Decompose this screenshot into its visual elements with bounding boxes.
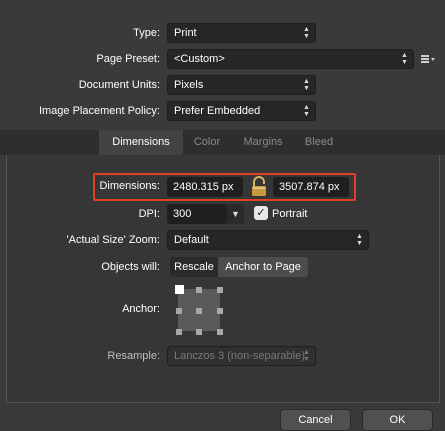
anchor-point-bottom-right[interactable] [217, 329, 223, 335]
updown-arrows-icon: ▲ ▼ [356, 233, 363, 247]
updown-arrows-icon: ▲ ▼ [401, 52, 408, 66]
dimensions-label: Dimensions: [99, 180, 160, 192]
anchor-point-bottom-left[interactable] [176, 329, 182, 335]
dpi-dropdown-chevron-icon[interactable]: ▼ [227, 204, 244, 224]
anchor-to-page-option[interactable]: Anchor to Page [218, 257, 308, 277]
lock-icon[interactable] [247, 176, 271, 198]
page-preset-value: <Custom> [174, 53, 225, 65]
updown-arrows-icon: ▲ ▼ [303, 104, 310, 118]
anchor-grid[interactable] [172, 284, 224, 335]
actual-size-zoom-label: 'Actual Size' Zoom: [66, 234, 160, 246]
anchor-point-top-center[interactable] [196, 287, 202, 293]
rescale-option[interactable]: Rescale [170, 257, 218, 277]
ok-button[interactable]: OK [362, 409, 433, 431]
objects-will-label: Objects will: [101, 261, 160, 273]
height-field[interactable]: 3507.874 px [273, 177, 349, 197]
type-label: Type: [133, 27, 160, 39]
anchor-point-top-left[interactable] [175, 285, 184, 294]
anchor-point-center[interactable] [196, 308, 202, 314]
anchor-point-bottom-center[interactable] [196, 329, 202, 335]
updown-arrows-icon: ▲ ▼ [303, 26, 310, 40]
type-value: Print [174, 27, 197, 39]
actual-size-zoom-select[interactable]: Default ▲ ▼ [167, 230, 369, 250]
document-units-value: Pixels [174, 79, 204, 91]
cancel-button[interactable]: Cancel [280, 409, 351, 431]
portrait-label: Portrait [272, 208, 308, 220]
resample-label: Resample: [107, 350, 160, 362]
panel-right-edge [439, 155, 445, 403]
actual-size-zoom-value: Default [174, 234, 209, 246]
page-preset-label: Page Preset: [96, 53, 160, 65]
dpi-field[interactable]: 300 [167, 204, 227, 224]
image-placement-label: Image Placement Policy: [38, 105, 160, 117]
page-preset-select[interactable]: <Custom> ▲ ▼ [167, 49, 414, 69]
panel-bottom-divider [6, 402, 439, 403]
anchor-point-top-right[interactable] [217, 287, 223, 293]
image-placement-select[interactable]: Prefer Embedded ▲ ▼ [167, 101, 316, 121]
tab-bleed[interactable]: Bleed [298, 130, 340, 155]
width-field[interactable]: 2480.315 px [167, 177, 243, 197]
tab-bar: Dimensions Color Margins Bleed [0, 130, 445, 155]
image-placement-value: Prefer Embedded [174, 105, 261, 117]
document-units-label: Document Units: [78, 79, 160, 91]
anchor-label: Anchor: [122, 303, 160, 315]
anchor-point-middle-left[interactable] [176, 308, 182, 314]
tab-margins[interactable]: Margins [236, 130, 290, 155]
portrait-checkbox[interactable]: ✓ [254, 206, 268, 220]
document-units-select[interactable]: Pixels ▲ ▼ [167, 75, 316, 95]
type-select[interactable]: Print ▲ ▼ [167, 23, 316, 43]
updown-arrows-icon: ▲ ▼ [303, 78, 310, 92]
updown-arrows-icon: ▲ ▼ [303, 349, 310, 363]
dpi-label: DPI: [138, 208, 160, 220]
preset-menu-icon[interactable] [420, 52, 436, 66]
panel-left-edge [0, 155, 7, 403]
resample-value: Lanczos 3 (non-separable) [174, 350, 305, 362]
anchor-point-middle-right[interactable] [217, 308, 223, 314]
tab-dimensions[interactable]: Dimensions [99, 130, 183, 155]
tab-color[interactable]: Color [186, 130, 228, 155]
resample-select[interactable]: Lanczos 3 (non-separable) ▲ ▼ [167, 346, 316, 366]
